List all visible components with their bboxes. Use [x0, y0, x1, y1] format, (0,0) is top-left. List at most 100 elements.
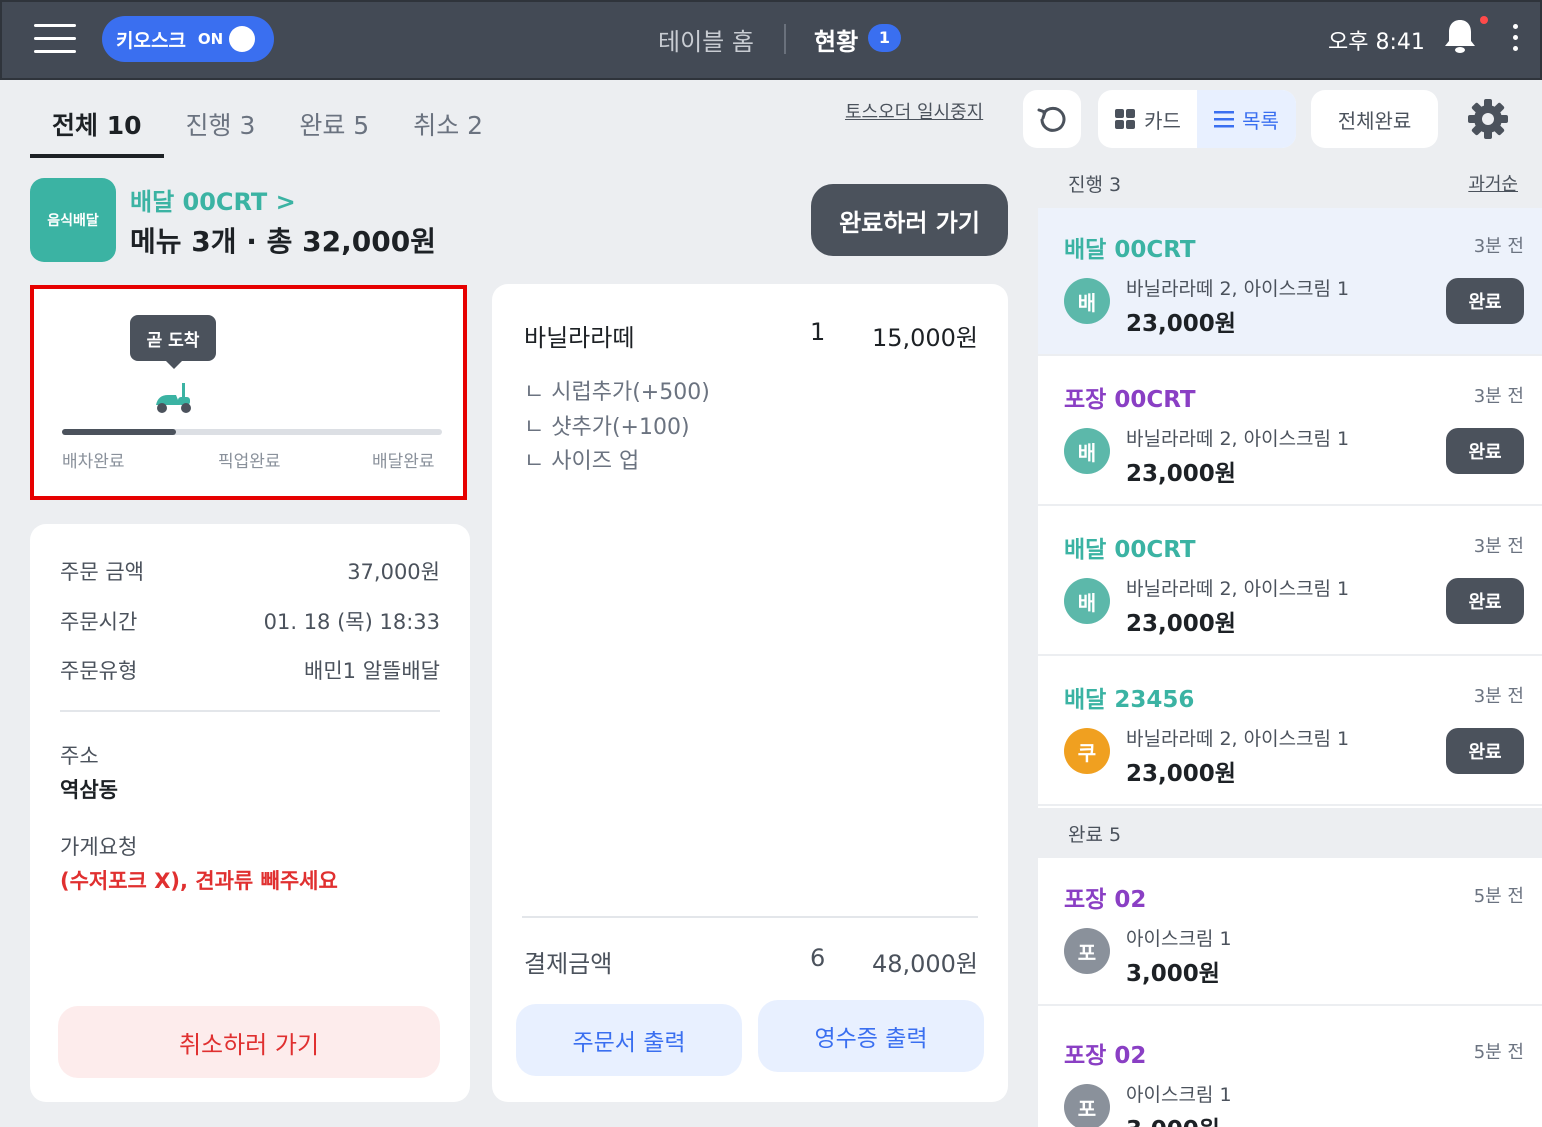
order-price: 3,000원 — [1126, 1110, 1220, 1127]
platform-avatar: 포 — [1064, 1084, 1110, 1127]
refresh-button[interactable] — [1023, 90, 1081, 148]
more-vertical-icon[interactable] — [1508, 24, 1522, 54]
section-title: 진행 3 — [1068, 173, 1122, 196]
order-time: 5분 전 — [1473, 886, 1524, 907]
address-label: 주소 — [60, 744, 99, 768]
order-items: 바닐라라떼 2, 아이스크림 1 — [1126, 728, 1350, 750]
delivery-app-logo: 음식배달 — [30, 178, 116, 262]
order-title: 포장 02 — [1064, 887, 1147, 913]
order-info-card: 주문 금액 37,000원 주문시간 01. 18 (목) 18:33 주문유형… — [30, 524, 470, 1102]
complete-order-button[interactable]: 완료 — [1446, 428, 1524, 474]
view-toggle: 카드 목록 — [1098, 90, 1296, 148]
info-row-type: 주문유형 배민1 알뜰배달 — [60, 655, 440, 685]
tab-0[interactable]: 전체 10 — [30, 82, 164, 158]
divider — [522, 916, 978, 918]
print-receipt-button[interactable]: 영수증 출력 — [758, 1000, 984, 1072]
platform-avatar: 배 — [1064, 428, 1110, 474]
order-price: 23,000원 — [1126, 311, 1236, 337]
info-label: 주문시간 — [60, 610, 138, 634]
tab-3[interactable]: 취소 2 — [391, 82, 505, 158]
progress-fill — [62, 429, 176, 435]
kiosk-state: ON — [197, 30, 224, 48]
order-price: 23,000원 — [1126, 761, 1236, 787]
order-list-item[interactable]: 포장 02 5분 전포 아이스크림 1 3,000원 — [1038, 1014, 1542, 1127]
order-list-item[interactable]: 포장 00CRT 3분 전배 바닐라라떼 2, 아이스크림 1 23,000원 완료 — [1038, 358, 1542, 506]
info-row-amount: 주문 금액 37,000원 — [60, 556, 440, 586]
print-order-button[interactable]: 주문서 출력 — [516, 1004, 742, 1076]
order-time: 3분 전 — [1473, 236, 1524, 257]
refresh-icon — [1037, 106, 1066, 132]
filter-tabs: 전체 10 진행 3 완료 5 취소 2 — [30, 82, 505, 158]
order-title: 배달 23456 — [1064, 687, 1195, 713]
menu-card: 바닐라라떼 1 15,000원 ㄴ 시럽추가(+500) ㄴ 샷추가(+100)… — [492, 284, 1008, 1102]
order-time: 5분 전 — [1473, 1042, 1524, 1063]
top-bar: 키오스크 ON 테이블 홈 현황 1 오후 8:41 — [0, 0, 1542, 80]
clock: 오후 8:41 — [1328, 30, 1425, 55]
info-value: 01. 18 (목) 18:33 — [263, 610, 440, 634]
address-value: 역삼동 — [60, 778, 118, 802]
request-label: 가게요청 — [60, 835, 138, 859]
order-items: 바닐라라떼 2, 아이스크림 1 — [1126, 428, 1350, 450]
order-title: 포장 00CRT — [1064, 387, 1196, 413]
view-card-label: 카드 — [1144, 108, 1181, 133]
menu-item-name: 바닐라라떼 — [524, 324, 635, 352]
order-list-item[interactable]: 포장 02 5분 전포 아이스크림 1 3,000원 — [1038, 858, 1542, 1006]
notification-dot — [1480, 16, 1488, 24]
info-label: 주문 금액 — [60, 560, 144, 584]
view-list-button[interactable]: 목록 — [1197, 90, 1296, 148]
order-id-link[interactable]: 배달 00CRT > — [130, 182, 296, 217]
delivery-tracker: 곧 도착 배차완료 픽업완료 배달완료 — [30, 285, 467, 500]
tab-1[interactable]: 진행 3 — [164, 82, 278, 158]
platform-avatar: 배 — [1064, 278, 1110, 324]
nav-table-home[interactable]: 테이블 홈 — [658, 22, 754, 57]
order-price: 3,000원 — [1126, 961, 1220, 987]
section-done: 완료 5 — [1038, 808, 1542, 858]
view-card-button[interactable]: 카드 — [1098, 90, 1197, 148]
complete-all-button[interactable]: 전체완료 — [1311, 90, 1438, 148]
order-list-panel: 진행 3 과거순 배달 00CRT 3분 전 배 바닐라라떼 2, 아이스크림 1 23… — [1038, 158, 1542, 1127]
order-items: 바닐라라떼 2, 아이스크림 1 — [1126, 578, 1350, 600]
kiosk-toggle[interactable]: 키오스크 ON — [102, 16, 274, 62]
go-cancel-button[interactable]: 취소하러 가기 — [58, 1006, 440, 1078]
order-title: 포장 02 — [1064, 1043, 1147, 1069]
menu-option: ㄴ 시럽추가(+500) — [524, 380, 710, 405]
sort-toggle[interactable]: 과거순 — [1468, 170, 1518, 196]
order-list-item[interactable]: 배달 23456 3분 전 쿠 바닐라라떼 2, 아이스크림 1 23,000원 완료 — [1038, 658, 1542, 806]
nav-divider — [784, 24, 786, 54]
complete-order-button[interactable]: 완료 — [1446, 278, 1524, 324]
nav-status[interactable]: 현황 — [814, 22, 858, 57]
payment-total: 48,000원 — [871, 950, 978, 978]
progress-track — [62, 429, 442, 435]
section-title: 완료 5 — [1068, 823, 1122, 846]
step-picked-up: 픽업완료 — [218, 452, 281, 472]
order-list-item[interactable]: 배달 00CRT 3분 전 배 바닐라라떼 2, 아이스크림 1 23,000원 완료 — [1038, 508, 1542, 656]
order-list-item[interactable]: 배달 00CRT 3분 전배 바닐라라떼 2, 아이스크림 1 23,000원 완료 — [1038, 208, 1542, 356]
step-assigned: 배차완료 — [62, 452, 125, 472]
info-value: 37,000원 — [347, 560, 440, 584]
kiosk-label: 키오스크 — [116, 29, 186, 52]
order-items: 바닐라라떼 2, 아이스크림 1 — [1126, 278, 1350, 300]
order-items: 아이스크림 1 — [1126, 1084, 1232, 1106]
complete-order-button[interactable]: 완료 — [1446, 728, 1524, 774]
tab-2[interactable]: 완료 5 — [277, 82, 391, 158]
order-time: 3분 전 — [1473, 386, 1524, 407]
gear-icon[interactable] — [1466, 97, 1510, 141]
step-delivered: 배달완료 — [372, 452, 435, 472]
request-value: (수저포크 X), 견과류 빼주세요 — [60, 869, 338, 893]
order-items: 아이스크림 1 — [1126, 928, 1232, 950]
info-label: 주문유형 — [60, 659, 138, 683]
go-complete-button[interactable]: 완료하러 가기 — [811, 184, 1008, 256]
status-badge: 1 — [868, 24, 901, 52]
menu-item-qty: 1 — [810, 318, 826, 346]
order-price: 23,000원 — [1126, 461, 1236, 487]
platform-avatar: 쿠 — [1064, 728, 1110, 774]
payment-qty: 6 — [810, 944, 826, 972]
order-title: 배달 00CRT — [1064, 237, 1196, 263]
bell-icon[interactable] — [1442, 16, 1478, 56]
order-title: 배달 00CRT — [1064, 537, 1196, 563]
platform-avatar: 포 — [1064, 928, 1110, 974]
complete-order-button[interactable]: 완료 — [1446, 578, 1524, 624]
grid-icon — [1115, 109, 1136, 129]
menu-icon[interactable] — [34, 24, 76, 54]
pause-link[interactable]: 토스오더 일시중지 — [845, 98, 983, 124]
